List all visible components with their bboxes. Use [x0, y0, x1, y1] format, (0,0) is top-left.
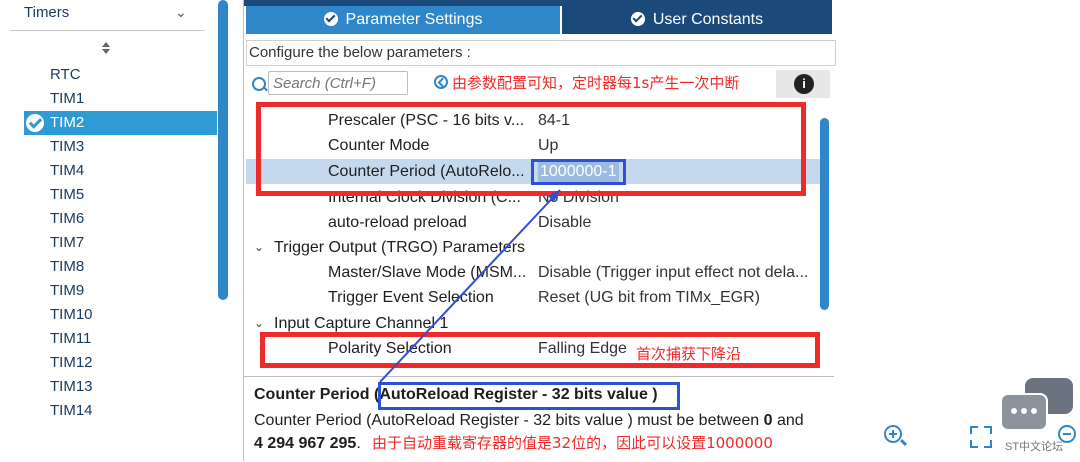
annotation-arrow: [379, 189, 561, 383]
annotation-note-interrupt: 由参数配置可知，定时器每1s产生一次中断: [452, 74, 740, 92]
annotation-note-polarity: 首次捕获下降沿: [636, 345, 742, 363]
watermark: ST中文论坛: [1005, 441, 1064, 453]
annotation-note-32bit: 由于自动重载寄存器的值是32位的，因此可以设置1000000: [372, 434, 773, 452]
chat-bubble-icon: [1000, 393, 1048, 431]
zoom-in-icon[interactable]: [884, 425, 908, 447]
fit-to-window-icon[interactable]: [970, 426, 992, 448]
